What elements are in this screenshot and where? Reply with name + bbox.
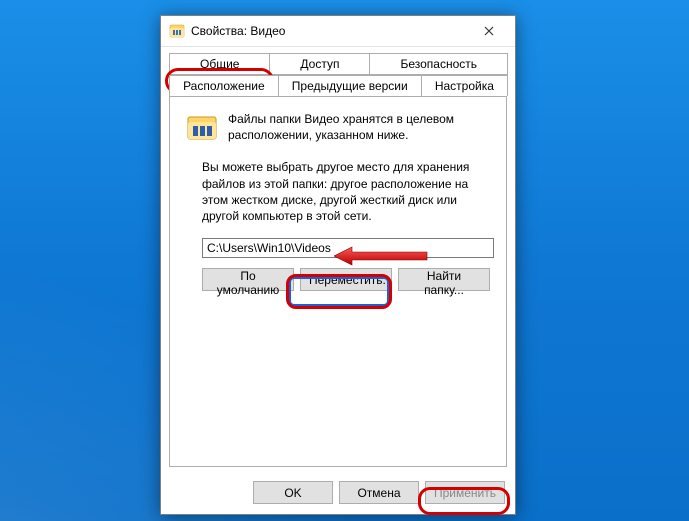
close-button[interactable] <box>467 16 511 46</box>
window-title: Свойства: Видео <box>191 24 467 38</box>
videos-folder-large-icon <box>186 111 218 143</box>
hint-text: Вы можете выбрать другое место для хране… <box>202 159 490 224</box>
move-button[interactable]: Переместить... <box>300 268 392 291</box>
ok-button[interactable]: OK <box>253 481 333 504</box>
tab-customize[interactable]: Настройка <box>421 75 508 96</box>
apply-button[interactable]: Применить <box>425 481 505 504</box>
tab-sharing[interactable]: Доступ <box>269 53 370 75</box>
tab-location[interactable]: Расположение <box>169 75 279 96</box>
dialog-button-bar: OK Отмена Применить <box>161 473 515 514</box>
desktop-background: Свойства: Видео Общие Доступ Безопасност… <box>0 0 689 521</box>
tab-security[interactable]: Безопасность <box>369 53 508 75</box>
tab-previous-versions[interactable]: Предыдущие версии <box>278 75 422 96</box>
tab-panel-location: Файлы папки Видео хранятся в целевом рас… <box>169 96 507 467</box>
video-folder-icon <box>169 23 185 39</box>
tab-general[interactable]: Общие <box>169 53 270 75</box>
properties-dialog: Свойства: Видео Общие Доступ Безопасност… <box>160 15 516 515</box>
info-text: Файлы папки Видео хранятся в целевом рас… <box>228 111 492 143</box>
tab-strip: Общие Доступ Безопасность Расположение П… <box>161 47 515 96</box>
titlebar[interactable]: Свойства: Видео <box>161 16 515 47</box>
restore-default-button[interactable]: По умолчанию <box>202 268 294 291</box>
location-path-input[interactable] <box>202 238 494 258</box>
find-target-button[interactable]: Найти папку... <box>398 268 490 291</box>
cancel-button[interactable]: Отмена <box>339 481 419 504</box>
